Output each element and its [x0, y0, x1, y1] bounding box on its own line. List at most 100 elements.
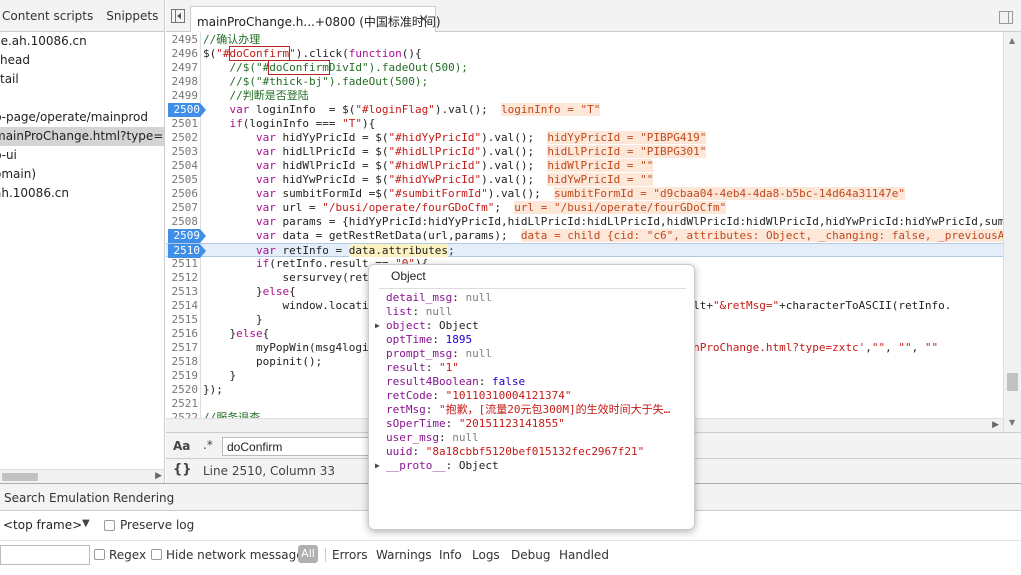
code-line[interactable]: 2503 var hidLlPricId = $("#hidLlPricId")… — [166, 145, 1003, 159]
breakpoint-line-number[interactable]: 2509 — [168, 229, 206, 243]
file-tree-item[interactable]: b-page/operate/mainprod — [0, 108, 164, 127]
code-line[interactable]: 2496 $("#doConfirm").click(function(){ — [166, 46, 1003, 61]
pretty-print-icon[interactable]: {} — [173, 462, 192, 477]
code-line[interactable]: 2510 var retInfo = data.attributes; — [166, 243, 1003, 258]
line-number[interactable]: 2508 — [166, 215, 199, 229]
tab-main-pro-change[interactable]: mainProChange.h...+0800 (中国标准时间) × — [190, 6, 441, 32]
editor-vertical-scrollbar[interactable]: ▲ ▼ — [1003, 32, 1021, 432]
regex-label: Regex — [109, 548, 147, 562]
line-number[interactable]: 2515 — [166, 313, 199, 327]
line-number[interactable]: 2499 — [166, 89, 199, 103]
filter-input[interactable] — [0, 545, 90, 565]
expand-triangle-icon[interactable]: ▶ — [375, 459, 380, 473]
line-number[interactable]: 2498 — [166, 75, 199, 89]
scrollbar-thumb[interactable] — [2, 473, 38, 481]
code-line[interactable]: 2502 var hidYyPricId = $("#hidYyPricId")… — [166, 131, 1003, 145]
code-line[interactable]: 2505 var hidYwPricId = $("#hidYwPricId")… — [166, 173, 1003, 187]
toggle-navigator-icon[interactable] — [171, 9, 185, 23]
scroll-up-icon[interactable]: ▲ — [1009, 36, 1015, 45]
level-info[interactable]: Info — [439, 548, 462, 562]
object-popover[interactable]: Object detail_msg: null list: null ▶ object… — [368, 264, 695, 530]
line-number[interactable]: 2519 — [166, 369, 199, 383]
line-number[interactable]: 2511 — [166, 257, 199, 271]
match-case-toggle[interactable]: Aa — [173, 439, 190, 453]
code-line[interactable]: 2499 //判断是否登陆 — [166, 89, 1003, 103]
file-tree-item[interactable]: ce.ah.10086.cn — [0, 32, 164, 51]
file-tree-item[interactable]: b-ui — [0, 146, 164, 165]
line-number[interactable]: 2520 — [166, 383, 199, 397]
line-number[interactable]: 2502 — [166, 131, 199, 145]
object-property: optTime: 1895 — [386, 333, 473, 346]
line-number[interactable]: 2517 — [166, 341, 199, 355]
line-number[interactable]: 2514 — [166, 299, 199, 313]
level-logs[interactable]: Logs — [472, 548, 500, 562]
code-text: }else{ — [203, 285, 296, 298]
scroll-down-icon[interactable]: ▼ — [1009, 418, 1015, 427]
code-line[interactable]: 2507 var url = "/busi/operate/fourGDoCfm… — [166, 201, 1003, 215]
line-number[interactable]: 2518 — [166, 355, 199, 369]
tab-search[interactable]: Search — [4, 491, 45, 505]
navigator-horizontal-scrollbar[interactable]: ▶ — [0, 469, 164, 483]
frame-selector[interactable]: <top frame> — [3, 518, 82, 532]
code-line[interactable]: 2500 var loginInfo = $("#loginFlag").val… — [166, 103, 1003, 117]
file-tree-item[interactable]: mainProChange.html?type=zxtc — [0, 127, 164, 146]
line-number[interactable]: 2521 — [166, 397, 199, 411]
code-line[interactable]: 2504 var hidWlPricId = $("#hidWlPricId")… — [166, 159, 1003, 173]
code-line[interactable]: 2501 if(loginInfo === "T"){ — [166, 117, 1003, 131]
regex-checkbox[interactable] — [94, 549, 105, 560]
line-number[interactable]: 2501 — [166, 117, 199, 131]
code-text: if(loginInfo === "T"){ — [229, 117, 376, 130]
level-all-button[interactable]: All — [298, 545, 318, 563]
tab-rendering[interactable]: Rendering — [113, 491, 174, 505]
file-tree-item[interactable]: omain) — [0, 165, 164, 184]
chevron-down-icon[interactable]: ▼ — [82, 518, 90, 529]
code-line[interactable]: 2508 var params = {hidYyPricId:hidYyPric… — [166, 215, 1004, 229]
code-line[interactable]: 2498 //$("#thick-bj").fadeOut(500); — [166, 75, 1003, 89]
scrollbar-thumb[interactable] — [1007, 373, 1018, 391]
object-property: sOperTime: "20151123141855" — [386, 417, 565, 430]
file-tree-item[interactable]: _tail — [0, 70, 164, 89]
regex-toggle[interactable]: .* — [203, 438, 213, 452]
breakpoint-line-number[interactable]: 2510 — [168, 244, 206, 258]
object-property[interactable]: ▶ __proto__: Object — [375, 459, 499, 473]
breakpoint-line-number[interactable]: 2500 — [168, 103, 206, 117]
tab-snippets[interactable]: Snippets — [103, 9, 158, 23]
file-tree-item[interactable]: ah.10086.cn — [0, 184, 164, 203]
level-handled[interactable]: Handled — [559, 548, 609, 562]
line-number[interactable]: 2504 — [166, 159, 199, 173]
line-number[interactable]: 2505 — [166, 173, 199, 187]
line-number[interactable]: 2503 — [166, 145, 199, 159]
toggle-debugger-sidebar-icon[interactable] — [999, 11, 1013, 24]
line-number[interactable]: 2513 — [166, 285, 199, 299]
line-number[interactable]: 2512 — [166, 271, 199, 285]
file-tree-item[interactable]: _head — [0, 51, 164, 70]
line-number[interactable]: 2516 — [166, 327, 199, 341]
line-number[interactable]: 2506 — [166, 187, 199, 201]
property-key: optTime — [386, 333, 433, 346]
property-value: "20151123141855" — [458, 417, 565, 430]
tab-emulation[interactable]: Emulation — [49, 491, 110, 505]
close-icon[interactable]: × — [418, 12, 429, 27]
line-number[interactable]: 2497 — [166, 61, 199, 75]
line-number[interactable]: 2495 — [166, 33, 199, 47]
line-number[interactable]: 2507 — [166, 201, 199, 215]
level-debug[interactable]: Debug — [511, 548, 550, 562]
level-errors[interactable]: Errors — [332, 548, 368, 562]
find-input[interactable] — [222, 437, 372, 456]
console-filter-bar: Regex Hide network messages All Errors W… — [0, 540, 1021, 566]
object-property[interactable]: ▶ object: Object — [375, 319, 479, 333]
code-line[interactable]: 2497 //$("#doConfirmDivId").fadeOut(500)… — [166, 60, 1003, 75]
scroll-right-icon[interactable]: ▶ — [992, 420, 999, 430]
line-number[interactable]: 2496 — [166, 47, 199, 61]
tab-content-scripts[interactable]: Content scripts — [0, 9, 93, 23]
level-warnings[interactable]: Warnings — [376, 548, 432, 562]
hide-network-checkbox[interactable] — [151, 549, 162, 560]
code-line[interactable]: 2506 var sumbitFormId =$("#sumbitFormId"… — [166, 187, 1003, 201]
file-tree-item[interactable] — [0, 89, 164, 108]
property-value: null — [465, 291, 492, 304]
scroll-right-icon[interactable]: ▶ — [155, 471, 162, 481]
code-line[interactable]: 2495 //确认办理 — [166, 33, 1003, 47]
expand-triangle-icon[interactable]: ▶ — [375, 319, 380, 333]
code-line[interactable]: 2509 var data = getRestRetData(url,param… — [166, 229, 1003, 243]
preserve-log-checkbox[interactable] — [104, 520, 115, 531]
